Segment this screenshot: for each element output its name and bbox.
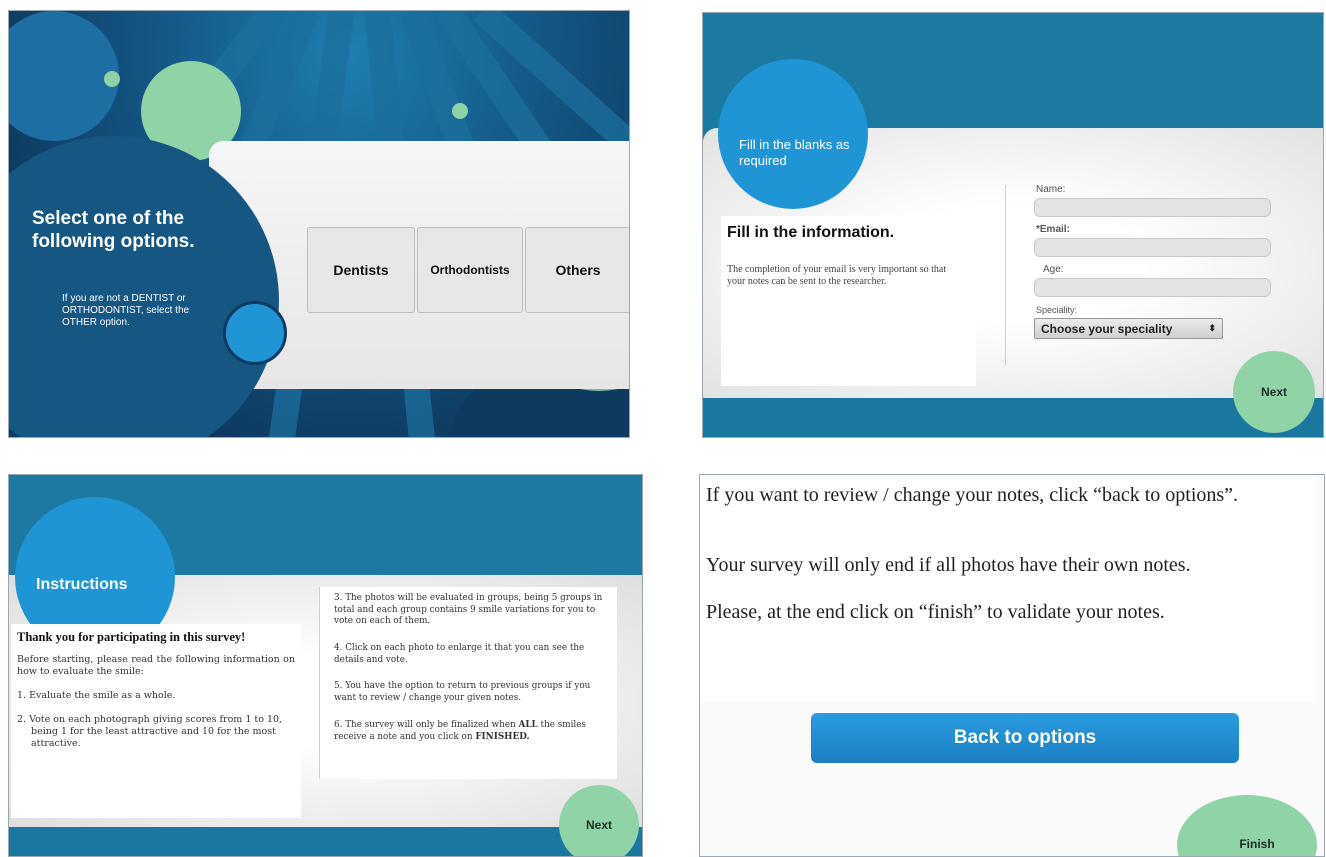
instruction-item-2: 2. Vote on each photograph giving scores…	[17, 714, 283, 749]
divider	[1005, 185, 1006, 365]
age-field[interactable]	[1034, 278, 1271, 297]
instructions-left-box: Thank you for participating in this surv…	[11, 624, 301, 818]
item-6-emphasis: FINISHED.	[475, 731, 530, 742]
instruction-item-3: 3. The photos will be evaluated in group…	[334, 593, 603, 626]
thank-you-heading: Thank you for participating in this surv…	[17, 630, 246, 644]
review-line-3: Please, at the end click on “finish” to …	[706, 601, 1165, 623]
bubble-text: Fill in the blanks as required	[739, 137, 850, 168]
decor-circle	[104, 71, 120, 87]
age-label: Age:	[1043, 264, 1064, 275]
instructions-right-box: 3. The photos will be evaluated in group…	[319, 587, 617, 779]
back-to-options-button[interactable]: Back to options	[811, 713, 1239, 763]
decor-circle	[452, 103, 468, 119]
review-text-box: If you want to review / change your note…	[700, 475, 1316, 701]
form-heading: Fill in the information.	[727, 224, 895, 241]
name-label: Name:	[1036, 184, 1066, 195]
email-label: *Email:	[1036, 224, 1070, 235]
instruction-item-5: 5. You have the option to return to prev…	[334, 681, 591, 703]
select-arrows-icon: ⬍	[1208, 323, 1216, 333]
intro-text: Before starting, please read the followi…	[17, 654, 295, 677]
instruction-item-4: 4. Click on each photo to enlarge it tha…	[334, 643, 585, 665]
instructions-title: Instructions	[36, 576, 128, 593]
instruction-note: If you are not a DENTIST or ORTHODONTIST…	[62, 293, 190, 328]
speciality-select[interactable]: Choose your speciality ⬍	[1034, 318, 1223, 339]
review-line-1: If you want to review / change your note…	[706, 484, 1239, 506]
item-6-text: 6. The survey will only be finalized whe…	[334, 720, 519, 730]
next-button[interactable]: Next	[1233, 351, 1315, 433]
instructions-screen: Instructions Thank you for participating…	[8, 474, 643, 857]
title-circle	[718, 59, 868, 209]
review-finish-screen: If you want to review / change your note…	[699, 474, 1325, 857]
item-6-emphasis: ALL	[518, 720, 538, 730]
speciality-label: Speciality:	[1036, 305, 1078, 315]
email-field[interactable]	[1034, 238, 1271, 257]
others-option-button[interactable]: Others	[525, 227, 629, 313]
form-description: The completion of your email is very imp…	[727, 264, 947, 287]
instruction-item-6: 6. The survey will only be finalized whe…	[334, 720, 614, 743]
info-box: Fill in the information. The completion …	[721, 216, 976, 386]
review-line-2: Your survey will only end if all photos …	[706, 554, 1191, 576]
dentists-option-button[interactable]: Dentists	[307, 227, 415, 313]
information-form-screen: Fill in the blanks as required Fill in t…	[702, 12, 1324, 438]
speciality-select-value: Choose your speciality	[1041, 321, 1173, 336]
orthodontists-option-button[interactable]: Orthodontists	[417, 227, 523, 313]
finish-button[interactable]: Finish	[1177, 795, 1317, 856]
decor-circle	[223, 301, 287, 365]
option-selection-screen: Select one of the following options. If …	[8, 10, 630, 438]
instruction-item-1: 1. Evaluate the smile as a whole.	[17, 690, 176, 701]
footer-band	[9, 827, 642, 856]
next-button[interactable]: Next	[559, 785, 639, 856]
name-field[interactable]	[1034, 198, 1271, 217]
page-title: Select one of the following options.	[32, 208, 195, 252]
footer-band	[703, 398, 1323, 437]
